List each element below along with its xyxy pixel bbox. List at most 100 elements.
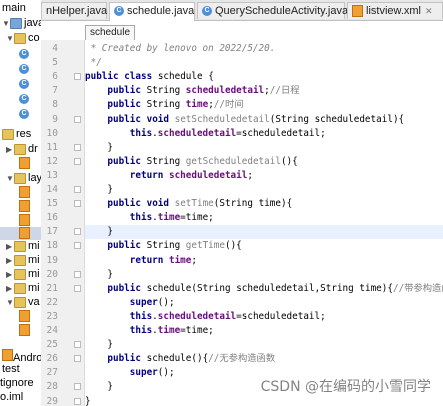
tab-queryscheduleactivity[interactable]: CQueryScheduleActivity.java✕ — [197, 2, 360, 19]
tree-item-iml[interactable]: o.iml — [0, 391, 23, 404]
fold-marker-icon[interactable] — [74, 242, 81, 250]
tree-item-class[interactable]: C — [19, 61, 29, 74]
tree-label: test — [2, 363, 20, 375]
xml-file-icon — [19, 186, 30, 198]
code-line[interactable]: * Created by lenovo on 2022/5/20. — [85, 42, 443, 56]
tree-item-xml-selected[interactable] — [0, 227, 41, 240]
code-line[interactable]: public String getTime(){ — [85, 239, 443, 253]
tab-schedule[interactable]: Cschedule.java✕ — [109, 2, 206, 21]
tree-item-class[interactable]: C — [19, 91, 29, 104]
code-line[interactable]: this.scheduledetail=scheduledetail; — [85, 127, 443, 141]
code-line[interactable]: } — [85, 268, 443, 282]
tree-item-mipmap[interactable]: ▶ mi — [6, 268, 40, 281]
fold-marker-icon[interactable] — [74, 186, 81, 193]
fold-marker-icon[interactable] — [74, 383, 81, 391]
fold-marker-icon[interactable] — [74, 341, 81, 349]
fold-marker-icon[interactable] — [74, 143, 81, 151]
chevron-right-icon[interactable]: ▶ — [6, 254, 14, 267]
chevron-right-icon[interactable]: ▶ — [6, 143, 14, 156]
chevron-right-icon[interactable]: ▶ — [6, 268, 14, 281]
code-line[interactable]: return scheduledetail; — [85, 169, 443, 183]
code-line[interactable]: this.time=time; — [85, 211, 443, 225]
tab-nhelper[interactable]: nHelper.java✕ — [41, 2, 119, 19]
tree-item-mipmap[interactable]: ▶ mi — [6, 254, 40, 267]
code-line[interactable]: public void setScheduledetail(String sch… — [85, 113, 443, 127]
line-number-label: 10 — [46, 127, 58, 139]
tree-item-mipmap[interactable]: ▶ mi — [6, 240, 40, 253]
code-line[interactable]: this.time=time; — [85, 324, 443, 338]
line-number: 22 — [41, 296, 84, 310]
tree-item-class[interactable]: C — [19, 76, 29, 89]
code-line[interactable]: } — [85, 183, 443, 197]
code-editor[interactable]: * Created by lenovo on 2022/5/20. */publ… — [85, 40, 443, 406]
code-line[interactable]: this.scheduledetail=scheduledetail; — [85, 310, 443, 324]
fold-marker-icon[interactable] — [74, 355, 81, 363]
tree-item-gitignore[interactable]: tignore — [0, 377, 34, 390]
folder-icon — [10, 17, 22, 29]
tree-item-manifest[interactable]: Andro — [2, 349, 41, 364]
fold-marker-icon[interactable] — [74, 397, 81, 405]
line-number: 16 — [41, 211, 84, 225]
code-line[interactable]: public schedule(){//无参构造函数 — [85, 352, 443, 366]
tab-listview[interactable]: listview.xml ✕ — [347, 2, 443, 19]
fold-marker-icon[interactable] — [74, 157, 81, 165]
tree-item-main[interactable]: main — [2, 2, 26, 15]
chevron-down-icon[interactable]: ▼ — [2, 17, 10, 30]
tree-item-test[interactable]: test — [2, 363, 20, 376]
tree-item-res[interactable]: res — [2, 128, 31, 141]
tree-item-drawable[interactable]: ▶ dr — [6, 143, 38, 156]
code-line[interactable]: } — [85, 395, 443, 406]
code-line[interactable]: public String time;//时间 — [85, 98, 443, 112]
breadcrumb[interactable]: schedule — [85, 25, 136, 41]
chevron-right-icon[interactable]: ▶ — [6, 240, 14, 253]
code-line[interactable]: return time; — [85, 254, 443, 268]
ide-window: main ▼ java ▼ co C C C C C res ▶ dr ▼ lay ▶ m… — [0, 0, 443, 406]
fold-marker-icon[interactable] — [74, 200, 81, 208]
chevron-down-icon[interactable]: ▼ — [6, 32, 14, 45]
fold-marker-icon[interactable] — [74, 73, 81, 81]
code-line[interactable]: public String scheduledetail;//日程 — [85, 84, 443, 98]
line-number: 26 — [41, 352, 84, 366]
tree-item-mipmap[interactable]: ▶ mi — [6, 282, 40, 295]
code-line[interactable]: public void setTime(String time){ — [85, 197, 443, 211]
tree-label: main — [2, 2, 26, 14]
code-line[interactable]: public class schedule { — [85, 70, 443, 84]
tree-item-xml[interactable] — [19, 214, 30, 227]
line-number: 8 — [41, 98, 84, 112]
fold-marker-icon[interactable] — [74, 284, 81, 292]
code-line[interactable]: } — [85, 225, 443, 240]
tree-item-class[interactable]: C — [19, 106, 29, 119]
tree-item-class[interactable]: C — [19, 46, 29, 59]
chevron-right-icon[interactable]: ▶ — [6, 282, 14, 295]
line-number: 12 — [41, 155, 84, 169]
line-number-label: 21 — [46, 282, 58, 294]
folder-icon — [14, 143, 26, 155]
fold-marker-icon[interactable] — [74, 228, 81, 236]
tree-item-xml[interactable] — [19, 200, 30, 213]
tree-item-xml[interactable] — [19, 310, 30, 323]
code-line[interactable]: } — [85, 141, 443, 155]
tree-item-java[interactable]: ▼ java — [2, 17, 41, 30]
tree-item-xml[interactable] — [19, 324, 30, 337]
chevron-down-icon[interactable]: ▼ — [6, 296, 14, 309]
tree-label: co — [28, 32, 40, 44]
tree-item-package[interactable]: ▼ co — [6, 32, 40, 45]
tree-label: va — [28, 296, 40, 308]
close-icon[interactable]: ✕ — [425, 6, 433, 16]
tree-item-xml[interactable] — [19, 186, 30, 199]
tree-item-values[interactable]: ▼ va — [6, 296, 40, 309]
line-number: 5 — [41, 56, 84, 70]
tree-item-layout[interactable]: ▼ lay — [6, 172, 41, 185]
code-line[interactable]: super(); — [85, 296, 443, 310]
code-line[interactable]: } — [85, 338, 443, 352]
fold-marker-icon[interactable] — [74, 270, 81, 278]
code-line[interactable]: public String getScheduledetail(){ — [85, 155, 443, 169]
class-icon: C — [114, 6, 124, 17]
xml-file-icon — [19, 227, 30, 239]
fold-marker-icon[interactable] — [74, 115, 81, 123]
chevron-down-icon[interactable]: ▼ — [6, 172, 14, 185]
tab-label: schedule.java — [127, 5, 195, 17]
code-line[interactable]: */ — [85, 56, 443, 70]
code-line[interactable]: public schedule(String scheduledetail,St… — [85, 282, 443, 296]
tree-item-xml[interactable] — [19, 157, 30, 170]
